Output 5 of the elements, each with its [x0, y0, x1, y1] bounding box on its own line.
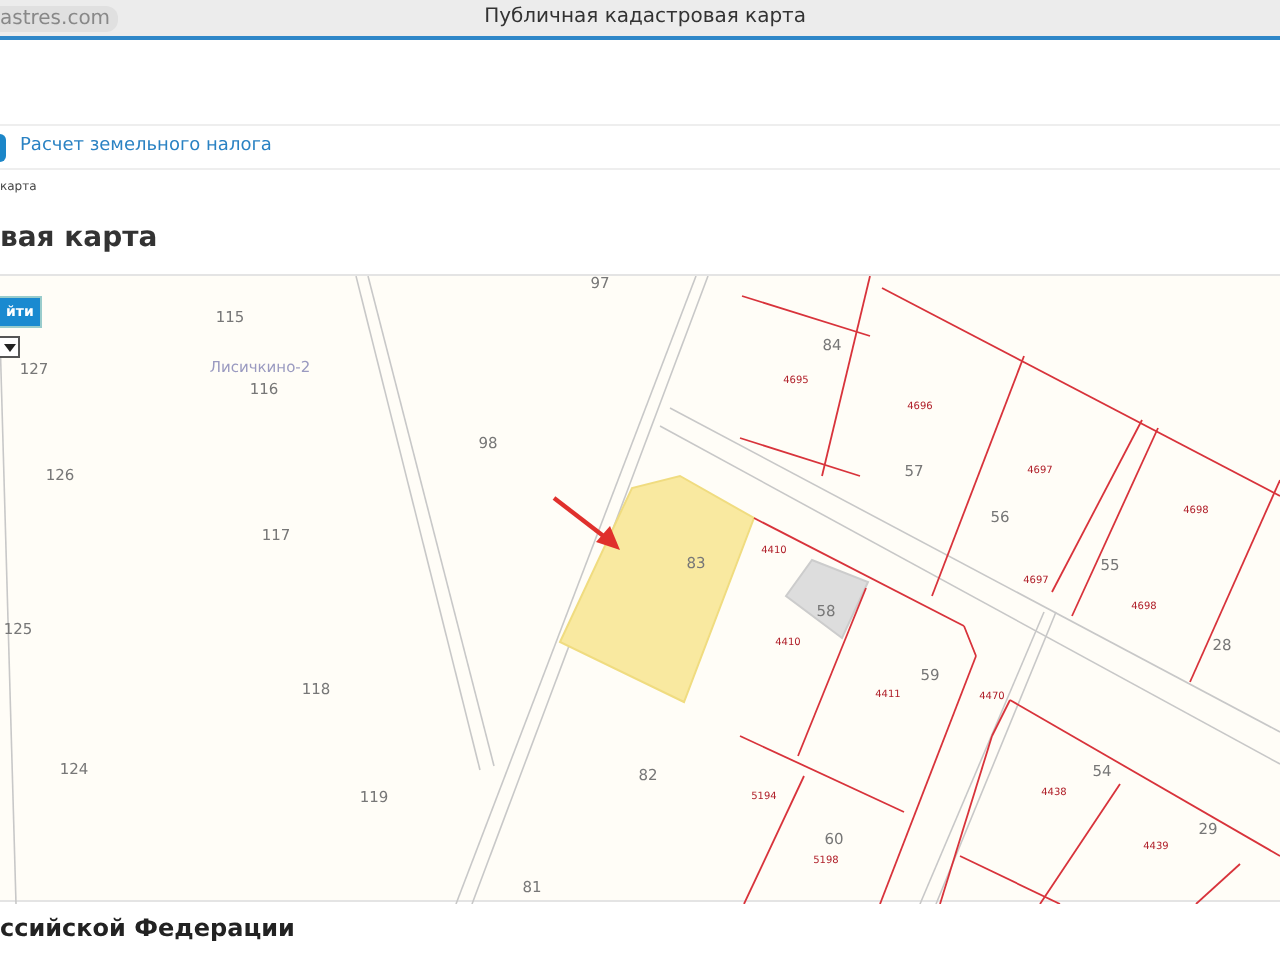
section-heading: ссийской Федерации [0, 914, 297, 943]
page-title: Публичная кадастровая карта [484, 4, 807, 32]
page-heading: вая карта [0, 220, 160, 258]
tax-link[interactable]: Расчет земельного налога [20, 133, 272, 161]
address-text[interactable]: astres.com [0, 5, 119, 31]
